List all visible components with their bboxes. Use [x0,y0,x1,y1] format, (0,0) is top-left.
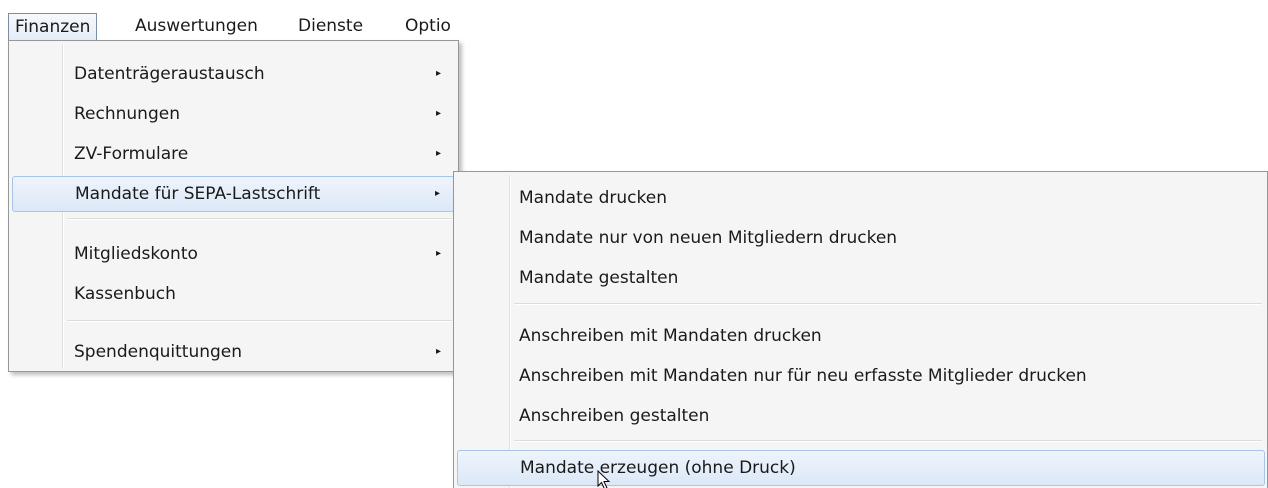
menu-item-label: Mandate gestalten [519,268,679,288]
menu-item-mitgliedskonto[interactable]: Mitgliedskonto ▸ [12,236,455,272]
submenu-item-mandate-erzeugen[interactable]: Mandate erzeugen (ohne Druck) [457,450,1265,486]
submenu-item-anschreiben-neu-erfasste[interactable]: Anschreiben mit Mandaten nur für neu erf… [457,358,1265,394]
mouse-pointer-icon [597,470,611,488]
menu-item-label: Anschreiben mit Mandaten nur für neu erf… [519,366,1087,386]
submenu-item-anschreiben-gestalten[interactable]: Anschreiben gestalten [457,398,1265,434]
menu-item-label: Anschreiben mit Mandaten drucken [519,326,822,346]
menu-item-label: Kassenbuch [74,284,176,304]
submenu-arrow-icon: ▸ [435,248,441,259]
menu-auswertungen[interactable]: Auswertungen [135,13,258,40]
finanzen-dropdown: Datenträgeraustausch ▸ Rechnungen ▸ ZV-F… [8,40,459,372]
menu-finanzen[interactable]: Finanzen [8,13,98,40]
submenu-arrow-icon: ▸ [435,148,441,159]
menu-item-mandate-sepa[interactable]: Mandate für SEPA-Lastschrift ▸ [12,176,455,212]
submenu-arrow-icon: ▸ [435,346,441,357]
submenu-item-anschreiben-drucken[interactable]: Anschreiben mit Mandaten drucken [457,318,1265,354]
menu-item-label: Mandate für SEPA-Lastschrift [75,184,321,204]
menu-separator [514,440,1262,442]
submenu-arrow-icon: ▸ [434,188,440,199]
menu-item-label: Datenträgeraustausch [74,64,265,84]
sepa-submenu: Mandate drucken Mandate nur von neuen Mi… [453,171,1268,488]
submenu-item-mandate-drucken[interactable]: Mandate drucken [457,180,1265,216]
menu-optionen[interactable]: Optio [405,13,451,40]
menu-item-label: Anschreiben gestalten [519,406,710,426]
menu-item-label: Rechnungen [74,104,180,124]
menu-item-label: Mandate erzeugen (ohne Druck) [520,458,796,478]
submenu-item-mandate-neue-mitglieder[interactable]: Mandate nur von neuen Mitgliedern drucke… [457,220,1265,256]
submenu-arrow-icon: ▸ [435,68,441,79]
menu-item-label: Spendenquittungen [74,342,243,362]
menu-dienste[interactable]: Dienste [298,13,363,40]
menu-bar: Finanzen Auswertungen Dienste Optio [0,0,470,40]
menu-item-label: Mandate drucken [519,188,667,208]
submenu-arrow-icon: ▸ [435,108,441,119]
menu-separator [514,303,1262,305]
submenu-item-mandate-gestalten[interactable]: Mandate gestalten [457,260,1265,296]
menu-item-label: Mitgliedskonto [74,244,198,264]
menu-item-rechnungen[interactable]: Rechnungen ▸ [12,96,455,132]
menu-item-label: Mandate nur von neuen Mitgliedern drucke… [519,228,898,248]
menu-item-zv-formulare[interactable]: ZV-Formulare ▸ [12,136,455,172]
menu-item-label: ZV-Formulare [74,144,189,164]
menu-item-kassenbuch[interactable]: Kassenbuch [12,276,455,312]
menu-item-spendenquittungen[interactable]: Spendenquittungen ▸ [12,334,455,370]
menu-item-datentraegeraustausch[interactable]: Datenträgeraustausch ▸ [12,56,455,92]
menu-separator [67,320,452,322]
menu-separator [67,218,452,220]
